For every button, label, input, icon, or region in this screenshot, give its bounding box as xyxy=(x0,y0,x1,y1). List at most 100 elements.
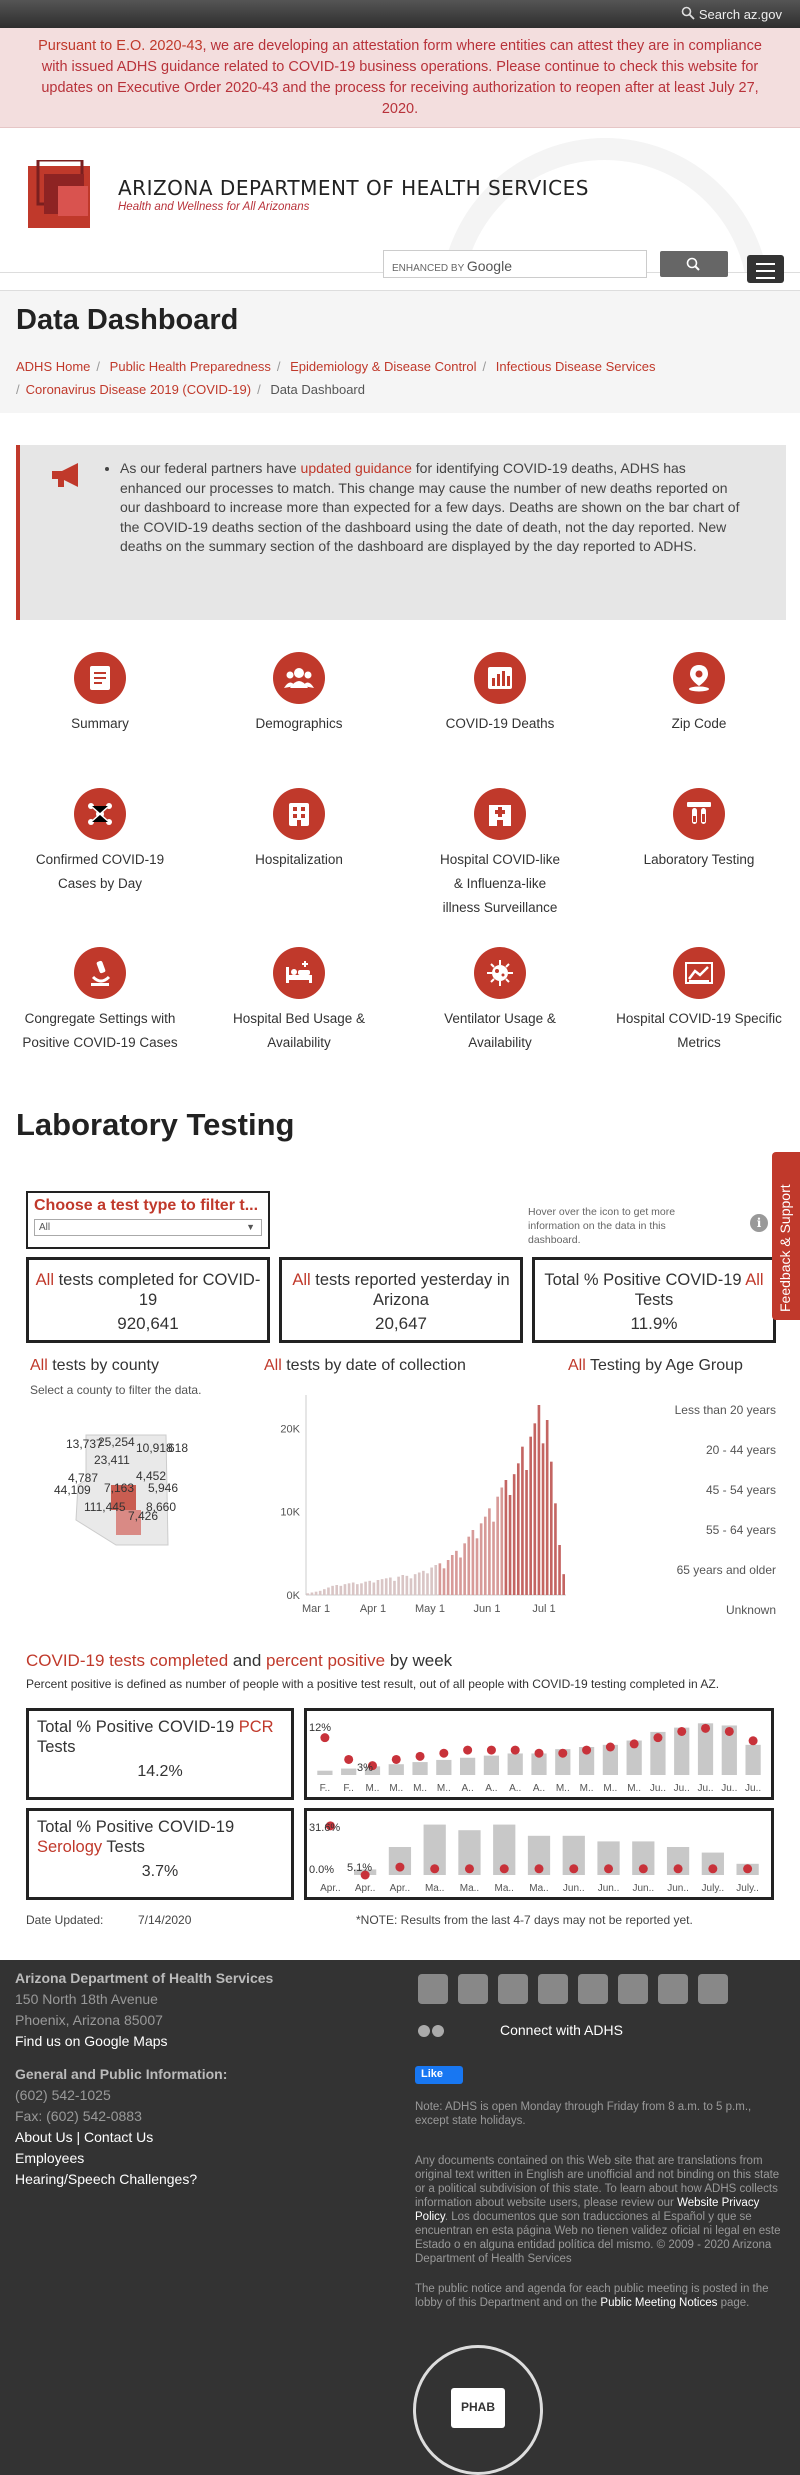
test-type-filter[interactable]: Choose a test type to filter t... All ▼ xyxy=(26,1191,270,1249)
az-search-link[interactable]: Search az.gov xyxy=(681,6,782,23)
tile-hospitalization[interactable]: Hospitalization xyxy=(204,788,394,872)
crumb-infectious[interactable]: Infectious Disease Services xyxy=(496,359,656,374)
eo-link[interactable]: Pursuant to E.O. 2020-43 xyxy=(38,38,202,54)
percent-dot xyxy=(430,1864,440,1874)
facebook-like-button[interactable]: Like xyxy=(415,2066,463,2084)
contact-us-link[interactable]: Contact Us xyxy=(84,2129,153,2145)
age-group-label[interactable]: 55 - 64 years xyxy=(606,1523,776,1537)
tile-ventilator-usage[interactable]: Ventilator Usage & Availability xyxy=(405,947,595,1055)
county-value: 25,254 xyxy=(98,1435,135,1449)
weekly-bar xyxy=(388,1764,404,1775)
date-bar xyxy=(364,1581,367,1595)
notice-text: As our federal partners have updated gui… xyxy=(120,459,740,557)
crumb-epidemiology[interactable]: Epidemiology & Disease Control xyxy=(290,359,476,374)
tile-hospital-metrics[interactable]: Hospital COVID-19 Specific Metrics xyxy=(604,947,794,1055)
date-bar xyxy=(339,1585,343,1595)
crumb-preparedness[interactable]: Public Health Preparedness xyxy=(110,359,271,374)
email-icon[interactable] xyxy=(698,1974,728,2004)
google-search-input[interactable]: ENHANCED BY Google xyxy=(383,250,647,278)
facebook-icon[interactable] xyxy=(458,1974,488,2004)
linkedin-icon[interactable] xyxy=(658,1974,688,2004)
age-group-label[interactable]: Unknown xyxy=(606,1603,776,1617)
about-us-link[interactable]: About Us xyxy=(15,2129,73,2145)
google-maps-link[interactable]: Find us on Google Maps xyxy=(15,2031,273,2052)
data-label: 12% xyxy=(309,1722,331,1734)
tile-cli-ili-surveillance[interactable]: Hospital COVID-like & Influenza-like ill… xyxy=(405,788,595,920)
kpi-tests-yesterday: All tests reported yesterday in Arizona … xyxy=(279,1257,523,1343)
tile-demographics[interactable]: Demographics xyxy=(204,652,394,736)
search-button[interactable] xyxy=(660,251,728,277)
tile-congregate-settings[interactable]: Congregate Settings with Positive COVID-… xyxy=(5,947,195,1055)
pcr-weekly-chart-box[interactable]: F.. F.. M.. M.. M.. M.. A.. A.. A.. A.. M.. M.. M.. M… xyxy=(304,1708,774,1800)
test-type-select[interactable]: All ▼ xyxy=(34,1219,262,1236)
twitter-icon[interactable] xyxy=(418,1974,448,2004)
tile-zip-code[interactable]: Zip Code xyxy=(604,652,794,736)
network-icon xyxy=(74,788,126,840)
county-map[interactable]: 13,737 25,254 10,918 618 23,411 4,787 4,… xyxy=(54,1425,188,1555)
kpi-tests-completed-value: 920,641 xyxy=(117,1314,179,1333)
date-bar xyxy=(397,1576,400,1595)
tile-laboratory-testing[interactable]: Laboratory Testing xyxy=(604,788,794,872)
date-bar xyxy=(463,1543,466,1595)
tile-covid-deaths[interactable]: COVID-19 Deaths xyxy=(405,652,595,736)
date-bar xyxy=(318,1590,322,1595)
hearing-link[interactable]: Hearing/Speech Challenges? xyxy=(15,2169,273,2190)
date-bar xyxy=(409,1578,413,1595)
age-group-label[interactable]: Less than 20 years xyxy=(606,1403,776,1417)
data-label: 3% xyxy=(357,1762,373,1774)
info-icon[interactable]: i xyxy=(750,1214,768,1232)
date-bar xyxy=(356,1584,359,1595)
flickr-icon[interactable] xyxy=(418,2024,444,2040)
date-bar xyxy=(516,1463,520,1595)
serology-weekly-chart[interactable]: Apr.. Apr.. Apr.. Ma.. Ma.. Ma.. Ma.. Jun.. Jun.… xyxy=(307,1811,771,1897)
x-tick-label: Jul 1 xyxy=(532,1603,555,1615)
percent-dot xyxy=(510,1745,520,1755)
tile-summary[interactable]: Summary xyxy=(5,652,195,736)
crumb-adhs-home[interactable]: ADHS Home xyxy=(16,359,90,374)
hamburger-menu-icon[interactable] xyxy=(747,255,784,283)
pinterest-icon[interactable] xyxy=(578,1974,608,2004)
footer-city: Phoenix, Arizona 85007 xyxy=(15,2012,163,2028)
updated-guidance-link[interactable]: updated guidance xyxy=(301,460,412,476)
tile-bed-usage[interactable]: Hospital Bed Usage & Availability xyxy=(204,947,394,1055)
building-icon xyxy=(273,788,325,840)
footer-fax: Fax: (602) 542-0883 xyxy=(15,2108,142,2124)
tile-cases-by-day[interactable]: Confirmed COVID-19 Cases by Day xyxy=(5,788,195,896)
age-group-label[interactable]: 45 - 54 years xyxy=(606,1483,776,1497)
date-bar xyxy=(492,1521,495,1595)
feedback-support-tab[interactable]: Feedback & Support xyxy=(772,1152,800,1320)
pcr-weekly-chart[interactable]: F.. F.. M.. M.. M.. M.. A.. A.. A.. A.. M.. M.. M.. M… xyxy=(307,1711,771,1797)
y-tick-label: 10K xyxy=(280,1507,300,1519)
youtube-icon[interactable] xyxy=(498,1974,528,2004)
week-label: Jun.. xyxy=(598,1883,620,1894)
data-label: 0.0% xyxy=(309,1864,334,1876)
wordpress-icon[interactable] xyxy=(538,1974,568,2004)
adhs-logo-icon[interactable] xyxy=(28,160,106,228)
date-bar xyxy=(537,1405,541,1595)
age-group-label[interactable]: 20 - 44 years xyxy=(606,1443,776,1457)
magnifier-icon xyxy=(686,257,700,271)
trend-chart-icon xyxy=(673,947,725,999)
employees-link[interactable]: Employees xyxy=(15,2148,273,2169)
kpi-tests-yesterday-value: 20,647 xyxy=(375,1314,427,1333)
age-group-label[interactable]: 65 years and older xyxy=(606,1563,776,1577)
chevron-down-icon: ▼ xyxy=(246,1222,255,1232)
meeting-notices-link[interactable]: Public Meeting Notices xyxy=(600,2297,717,2309)
weekly-bar xyxy=(483,1755,500,1775)
crumb-current: Data Dashboard xyxy=(270,382,365,397)
instagram-icon[interactable] xyxy=(618,1974,648,2004)
week-label: M.. xyxy=(603,1783,617,1794)
crumb-covid[interactable]: Coronavirus Disease 2019 (COVID-19) xyxy=(26,382,251,397)
percent-dot xyxy=(677,1726,687,1736)
tests-by-date-chart[interactable]: 0K 10K 20K Mar 1 Apr 1 May 1 Jun 1 Jul 1 xyxy=(256,1385,576,1625)
date-bar xyxy=(450,1555,454,1595)
week-label: Ma.. xyxy=(495,1883,514,1894)
percent-dot xyxy=(534,1864,544,1874)
people-icon xyxy=(273,652,325,704)
date-bar xyxy=(508,1495,512,1595)
connect-link[interactable]: Connect with ADHS xyxy=(500,2022,623,2038)
county-value: 111,445 xyxy=(84,1500,126,1514)
serology-weekly-chart-box[interactable]: Apr.. Apr.. Apr.. Ma.. Ma.. Ma.. Ma.. Jun.. Jun.… xyxy=(304,1808,774,1900)
test-tubes-icon xyxy=(673,788,725,840)
week-label: A.. xyxy=(533,1783,545,1794)
